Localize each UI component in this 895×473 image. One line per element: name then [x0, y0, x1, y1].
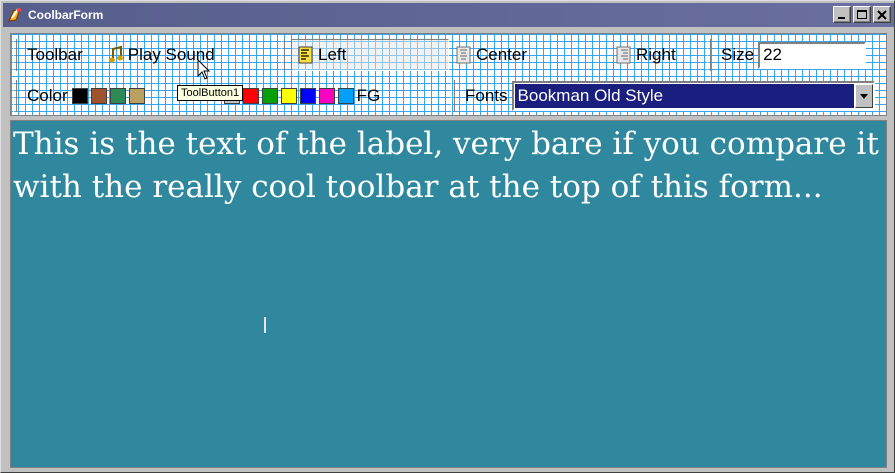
- chevron-down-icon: [859, 93, 868, 99]
- bg-color-swatch-2[interactable]: [109, 88, 126, 104]
- fg-color-swatch-1[interactable]: [242, 88, 259, 104]
- fonts-label: Fonts: [465, 86, 508, 105]
- align-left-label: Left: [318, 45, 347, 64]
- align-center-label: Center: [476, 45, 528, 64]
- fg-color-swatch-3[interactable]: [280, 88, 297, 104]
- maximize-icon: [857, 9, 867, 19]
- background-swatches: [71, 88, 148, 104]
- toolbar-label: Toolbar: [27, 45, 83, 64]
- band-grip[interactable]: [13, 80, 17, 112]
- close-icon: [877, 9, 887, 20]
- band-grip[interactable]: [281, 39, 285, 71]
- band-grip[interactable]: [451, 80, 455, 112]
- toolbar-band: Toolbar Play Sound: [13, 36, 283, 74]
- bg-color-swatch-1[interactable]: [90, 88, 107, 104]
- close-button[interactable]: [873, 6, 891, 23]
- align-left-icon: [298, 46, 313, 64]
- align-right-label: Right: [636, 45, 676, 64]
- align-right-button[interactable]: Right: [609, 39, 683, 71]
- minimize-button[interactable]: [833, 6, 851, 23]
- minimize-icon: [838, 16, 845, 19]
- fg-color-swatch-5[interactable]: [318, 88, 335, 104]
- tooltip: ToolButton1: [177, 85, 244, 101]
- fonts-selected-value: Bookman Old Style: [514, 84, 854, 108]
- music-note-icon: [108, 46, 123, 63]
- fg-color-swatch-4[interactable]: [299, 88, 316, 104]
- align-center-button[interactable]: Center: [449, 39, 609, 71]
- size-band: Size 22: [707, 36, 885, 74]
- label-area: This is the text of the label, very bare…: [10, 120, 887, 468]
- fg-color-swatch-6[interactable]: [337, 88, 354, 104]
- align-left-button[interactable]: Left: [291, 39, 449, 71]
- title-bar[interactable]: CoolbarForm: [3, 3, 894, 27]
- coolbar: Toolbar Play Sound Left Center Right Siz…: [10, 33, 887, 116]
- fg-color-swatch-2[interactable]: [261, 88, 278, 104]
- maximize-button[interactable]: [853, 6, 871, 23]
- alignment-band: Left Center Right: [281, 36, 711, 74]
- window-title: CoolbarForm: [28, 8, 104, 22]
- coolbar-form-window: CoolbarForm Toolbar Play Sound Left Cent…: [0, 0, 895, 473]
- app-icon: [8, 8, 21, 22]
- size-input[interactable]: 22: [758, 41, 867, 69]
- text-cursor-icon: [264, 317, 266, 333]
- label-text: This is the text of the label, very bare…: [13, 126, 879, 205]
- mouse-pointer-icon: [197, 59, 211, 80]
- size-label: Size: [721, 45, 755, 64]
- bg-color-swatch-3[interactable]: [128, 88, 145, 104]
- fg-label: FG: [356, 86, 381, 105]
- bg-color-swatch-0[interactable]: [71, 88, 88, 104]
- align-right-icon: [616, 46, 631, 64]
- align-center-icon: [456, 46, 471, 64]
- band-grip[interactable]: [13, 39, 17, 71]
- foreground-swatches: [223, 88, 357, 104]
- fonts-dropdown-button[interactable]: [854, 84, 873, 108]
- fonts-band: Fonts Bookman Old Style: [451, 77, 885, 115]
- band-grip[interactable]: [707, 39, 711, 71]
- fonts-combobox[interactable]: Bookman Old Style: [511, 81, 875, 111]
- color-label: Color: [27, 86, 68, 105]
